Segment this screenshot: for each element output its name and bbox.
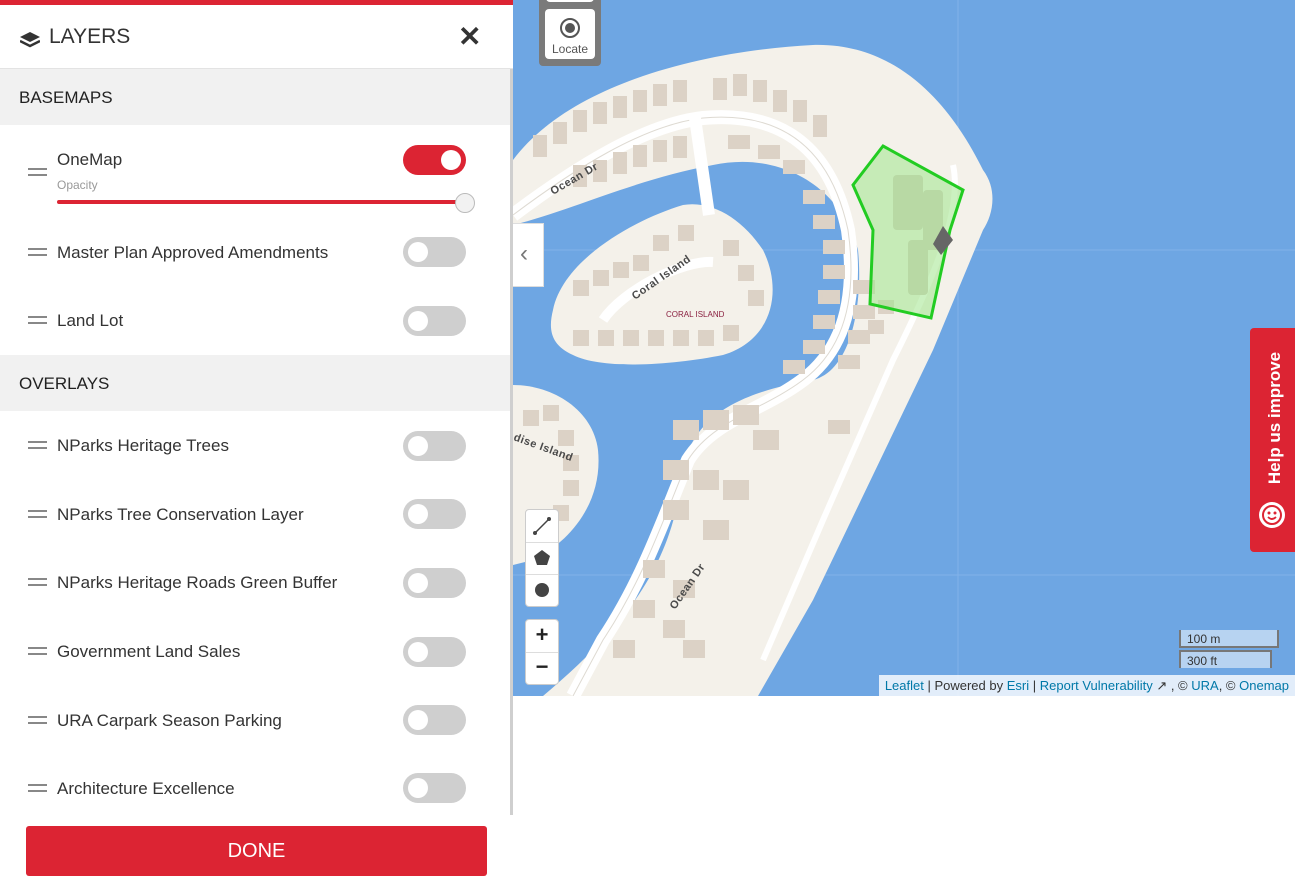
map-view[interactable]: Ocean Dr Coral Island dise Island Ocean … bbox=[513, 0, 1295, 696]
draw-circle-button[interactable] bbox=[526, 574, 558, 606]
layer-label: NParks Heritage Roads Green Buffer bbox=[57, 573, 338, 592]
polygon-tool-icon bbox=[534, 550, 550, 565]
layer-row-ura-carpark: URA Carpark Season Parking bbox=[0, 690, 510, 750]
layer-toggle-land-lot[interactable] bbox=[403, 306, 466, 336]
locate-control-top bbox=[546, 0, 594, 2]
zoom-in-button[interactable]: + bbox=[526, 620, 558, 653]
onemap-link[interactable]: Onemap bbox=[1239, 678, 1289, 693]
layer-row-land-lot: Land Lot bbox=[0, 290, 510, 350]
layer-row-heritage-trees: NParks Heritage Trees bbox=[0, 415, 510, 475]
drag-handle-icon[interactable] bbox=[28, 784, 47, 794]
opacity-label: Opacity bbox=[57, 178, 98, 192]
attribution-text-1: | Powered by bbox=[923, 678, 1007, 693]
scale-bar-imperial: 300 ft bbox=[1179, 650, 1272, 668]
place-label-coral-island: CORAL ISLAND bbox=[666, 310, 725, 319]
zoom-control: + − bbox=[525, 619, 559, 685]
attribution-sep-2: | bbox=[1029, 678, 1040, 693]
drag-handle-icon[interactable] bbox=[28, 441, 47, 451]
collapse-panel-button[interactable]: ‹ bbox=[513, 223, 544, 287]
layer-label: NParks Tree Conservation Layer bbox=[57, 505, 304, 524]
layer-row-architecture-excellence: Architecture Excellence bbox=[0, 758, 510, 815]
opacity-slider-thumb[interactable] bbox=[455, 193, 475, 213]
draw-line-button[interactable] bbox=[526, 510, 558, 543]
drag-handle-icon[interactable] bbox=[28, 510, 47, 520]
layer-toggle-government-land-sales[interactable] bbox=[403, 637, 466, 667]
overlays-section-header: OVERLAYS bbox=[0, 355, 510, 411]
chevron-left-icon: ‹ bbox=[520, 240, 528, 267]
layer-row-tree-conservation: NParks Tree Conservation Layer bbox=[0, 484, 510, 544]
map-canvas[interactable]: Ocean Dr Coral Island dise Island Ocean … bbox=[513, 0, 1295, 696]
drag-handle-icon[interactable] bbox=[28, 647, 47, 657]
panel-title: LAYERS bbox=[49, 25, 131, 48]
layer-toggle-heritage-roads[interactable] bbox=[403, 568, 466, 598]
layer-label: Architecture Excellence bbox=[57, 779, 235, 798]
close-icon[interactable]: ✕ bbox=[458, 22, 481, 52]
zoom-out-button[interactable]: − bbox=[526, 652, 558, 684]
layer-row-government-land-sales: Government Land Sales bbox=[0, 621, 510, 681]
layer-toggle-ura-carpark[interactable] bbox=[403, 705, 466, 735]
panel-header: LAYERS ✕ bbox=[0, 5, 513, 69]
draw-toolbar bbox=[525, 509, 559, 607]
layer-label: Master Plan Approved Amendments bbox=[57, 243, 329, 262]
draw-polygon-button[interactable] bbox=[526, 542, 558, 575]
line-tool-icon bbox=[533, 517, 551, 535]
esri-link[interactable]: Esri bbox=[1007, 678, 1029, 693]
layer-toggle-onemap[interactable] bbox=[403, 145, 466, 175]
layer-toggle-heritage-trees[interactable] bbox=[403, 431, 466, 461]
drag-handle-icon[interactable] bbox=[28, 316, 47, 326]
map-attribution: Leaflet | Powered by Esri | Report Vulne… bbox=[878, 675, 1295, 696]
layers-icon bbox=[20, 32, 40, 48]
layer-toggle-architecture-excellence[interactable] bbox=[403, 773, 466, 803]
drag-handle-icon[interactable] bbox=[28, 248, 47, 258]
leaflet-link[interactable]: Leaflet bbox=[885, 678, 924, 693]
help-us-improve-label: Help us improve bbox=[1265, 351, 1284, 485]
layer-row-master-plan: Master Plan Approved Amendments bbox=[0, 222, 510, 282]
overlays-heading: OVERLAYS bbox=[19, 374, 110, 393]
locate-button[interactable]: Locate bbox=[545, 9, 595, 59]
opacity-slider-track[interactable] bbox=[57, 200, 462, 204]
layer-label: OneMap bbox=[57, 150, 123, 169]
locate-label: Locate bbox=[551, 42, 589, 56]
drag-handle-icon[interactable] bbox=[28, 578, 47, 588]
layer-label: URA Carpark Season Parking bbox=[57, 711, 282, 730]
attribution-sep-4: , © bbox=[1218, 678, 1240, 693]
help-us-improve-tab[interactable]: Help us improve bbox=[1250, 328, 1295, 552]
basemaps-heading: BASEMAPS bbox=[19, 88, 113, 107]
ura-link[interactable]: URA bbox=[1191, 678, 1218, 693]
drag-handle-icon[interactable] bbox=[28, 168, 47, 178]
layer-label: Government Land Sales bbox=[57, 642, 241, 661]
layer-toggle-master-plan[interactable] bbox=[403, 237, 466, 267]
scale-bar-metric: 100 m bbox=[1179, 630, 1279, 648]
report-vulnerability-link[interactable]: Report Vulnerability bbox=[1040, 678, 1153, 693]
layers-panel: LAYERS ✕ BASEMAPS OneMap Opacity Master … bbox=[0, 0, 513, 884]
layer-label: Land Lot bbox=[57, 311, 124, 330]
attribution-sep-3: , © bbox=[1167, 678, 1192, 693]
circle-tool-icon bbox=[535, 583, 549, 597]
layer-label: NParks Heritage Trees bbox=[57, 436, 229, 455]
layer-toggle-tree-conservation[interactable] bbox=[403, 499, 466, 529]
drag-handle-icon[interactable] bbox=[28, 716, 47, 726]
layer-row-heritage-roads: NParks Heritage Roads Green Buffer bbox=[0, 552, 510, 612]
basemaps-section-header: BASEMAPS bbox=[0, 69, 510, 125]
smiley-icon bbox=[1259, 502, 1285, 528]
locate-dot bbox=[565, 23, 575, 33]
done-button[interactable]: DONE bbox=[26, 826, 487, 876]
layers-list[interactable]: BASEMAPS OneMap Opacity Master Plan Appr… bbox=[0, 69, 513, 815]
external-link-icon: ↗ bbox=[1152, 678, 1168, 693]
